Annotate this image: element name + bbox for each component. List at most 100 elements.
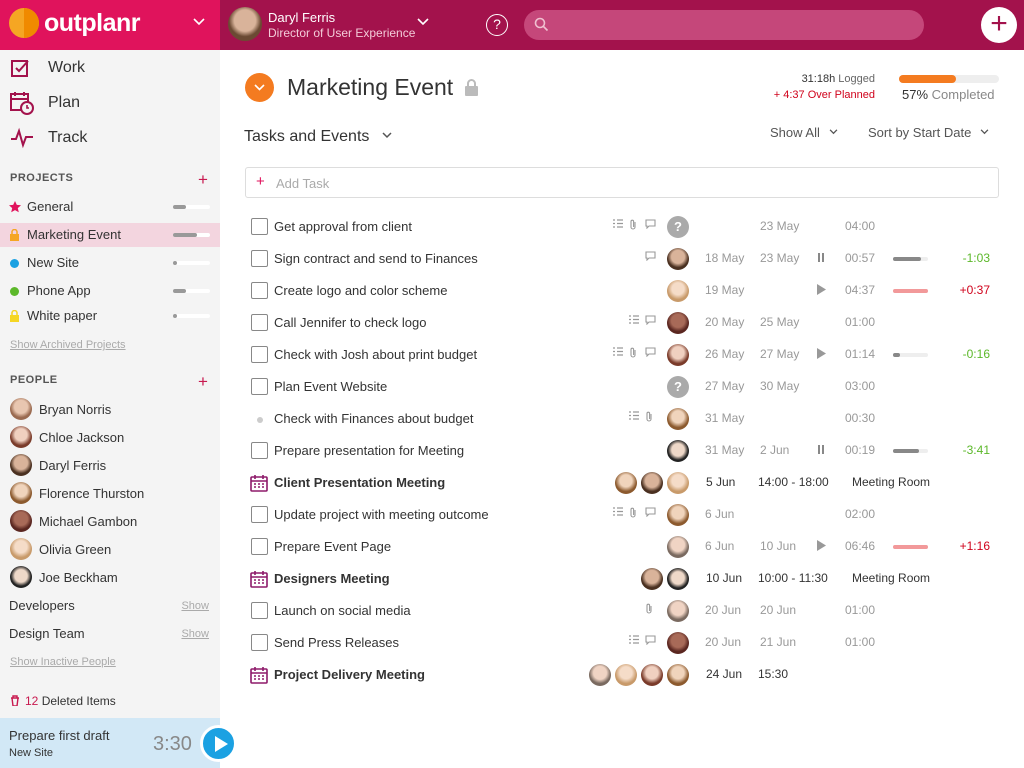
sidebar-item-white-paper[interactable]: White paper [0,304,220,328]
nav-work[interactable]: Work [10,54,85,82]
paperclip-icon[interactable] [629,347,637,361]
avatar[interactable] [667,664,689,686]
checklist-icon[interactable] [629,635,639,647]
timer-bar[interactable]: Prepare first draft New Site 3:30 [0,718,220,768]
search-input[interactable] [524,10,924,40]
avatar[interactable] [641,472,663,494]
task-checkbox[interactable] [251,346,268,363]
view-selector[interactable]: Tasks and Events [244,128,392,146]
play-icon[interactable] [817,284,826,295]
task-checkbox[interactable] [251,634,268,651]
add-person-button[interactable]: + [198,373,208,390]
unassigned-avatar[interactable]: ? [667,376,689,398]
checklist-icon[interactable] [629,315,639,327]
avatar[interactable] [667,248,689,270]
nav-track[interactable]: Track [10,124,87,152]
task-row[interactable]: Create logo and color scheme 19 May 04:37 +… [245,275,1005,307]
brand-menu[interactable]: outplanr [0,0,220,50]
task-checkbox[interactable] [251,282,268,299]
avatar[interactable] [667,312,689,334]
avatar[interactable] [667,440,689,462]
chevron-down-icon[interactable] [417,18,429,26]
checklist-icon[interactable] [613,219,623,231]
add-task-input[interactable]: + Add Task [245,167,999,198]
sidebar-item-phone-app[interactable]: Phone App [0,279,220,303]
avatar[interactable] [615,664,637,686]
task-checkbox[interactable] [251,314,268,331]
avatar[interactable] [667,472,689,494]
sort-dropdown[interactable]: Sort by Start Date [868,125,989,140]
checklist-icon[interactable] [613,347,623,359]
comment-icon[interactable] [645,251,656,264]
avatar[interactable] [667,568,689,590]
play-icon[interactable] [817,348,826,359]
task-row[interactable]: Prepare Event Page 6 Jun 10 Jun 06:46 +1:16 [245,531,1005,563]
filter-dropdown[interactable]: Show All [770,125,838,140]
chevron-down-icon[interactable] [193,18,205,26]
task-checkbox[interactable] [251,378,268,395]
task-row[interactable]: Launch on social media 20 Jun 20 Jun 01:00 [245,595,1005,627]
task-row[interactable]: Update project with meeting outcome 6 Jun… [245,499,1005,531]
show-inactive-link[interactable]: Show Inactive People [10,656,116,668]
unassigned-avatar[interactable]: ? [667,216,689,238]
avatar[interactable] [667,504,689,526]
pause-icon[interactable] [817,444,825,455]
show-group-link[interactable]: Show [181,628,209,640]
add-project-button[interactable]: + [198,171,208,188]
paperclip-icon[interactable] [645,411,653,425]
checklist-icon[interactable] [613,507,623,519]
comment-icon[interactable] [645,315,656,328]
deleted-items[interactable]: 12 Deleted Items [10,694,116,708]
avatar[interactable] [641,568,663,590]
task-checkbox[interactable] [251,506,268,523]
play-icon[interactable] [817,540,826,551]
paperclip-icon[interactable] [645,603,653,617]
help-icon[interactable]: ? [486,14,508,36]
task-row[interactable]: Sign contract and send to Finances 18 May… [245,243,1005,275]
task-row[interactable]: Plan Event Website? 27 May 30 May 03:00 [245,371,1005,403]
task-row[interactable]: Check with Josh about print budget 26 May… [245,339,1005,371]
lock-icon[interactable] [465,79,478,96]
avatar[interactable] [641,664,663,686]
nav-plan[interactable]: Plan [10,89,80,117]
event-row[interactable]: Project Delivery Meeting 24 Jun 15:30 [245,659,1005,691]
task-row[interactable]: Check with Finances about budget 31 May 00… [245,403,1005,435]
checklist-icon[interactable] [629,411,639,423]
task-checkbox[interactable] [251,442,268,459]
task-checkbox[interactable] [251,218,268,235]
comment-icon[interactable] [645,507,656,520]
task-checkbox[interactable] [251,250,268,267]
avatar[interactable] [667,632,689,654]
task-checkbox[interactable] [251,602,268,619]
task-row[interactable]: Call Jennifer to check logo 20 May 25 May 0… [245,307,1005,339]
avatar[interactable] [589,664,611,686]
event-row[interactable]: Client Presentation Meeting 5 Jun 14:00 - … [245,467,1005,499]
play-button[interactable] [200,725,237,762]
paperclip-icon[interactable] [629,507,637,521]
avatar[interactable] [615,472,637,494]
show-group-link[interactable]: Show [181,600,209,612]
comment-icon[interactable] [645,219,656,232]
avatar[interactable] [667,280,689,302]
avatar[interactable] [228,7,262,41]
task-row[interactable]: Prepare presentation for Meeting 31 May 2 … [245,435,1005,467]
project-menu-button[interactable] [245,73,274,102]
comment-icon[interactable] [645,635,656,648]
avatar[interactable] [667,408,689,430]
sidebar-item-marketing-event[interactable]: Marketing Event [0,223,220,247]
show-archived-link[interactable]: Show Archived Projects [10,339,126,351]
sidebar-item-new-site[interactable]: New Site [0,251,220,275]
avatar[interactable] [667,344,689,366]
task-checkbox[interactable] [251,538,268,555]
user-name[interactable]: Daryl Ferris [268,10,335,25]
add-button[interactable]: + [981,7,1017,43]
avatar[interactable] [667,600,689,622]
task-row[interactable]: Get approval from client? 23 May 04:00 [245,211,1005,243]
sidebar-item-general[interactable]: General [0,195,220,219]
event-row[interactable]: Designers Meeting 10 Jun 10:00 - 11:30 Meet… [245,563,1005,595]
pause-icon[interactable] [817,252,825,263]
task-row[interactable]: Send Press Releases 20 Jun 21 Jun 01:00 [245,627,1005,659]
avatar[interactable] [667,536,689,558]
comment-icon[interactable] [645,347,656,360]
paperclip-icon[interactable] [629,219,637,233]
